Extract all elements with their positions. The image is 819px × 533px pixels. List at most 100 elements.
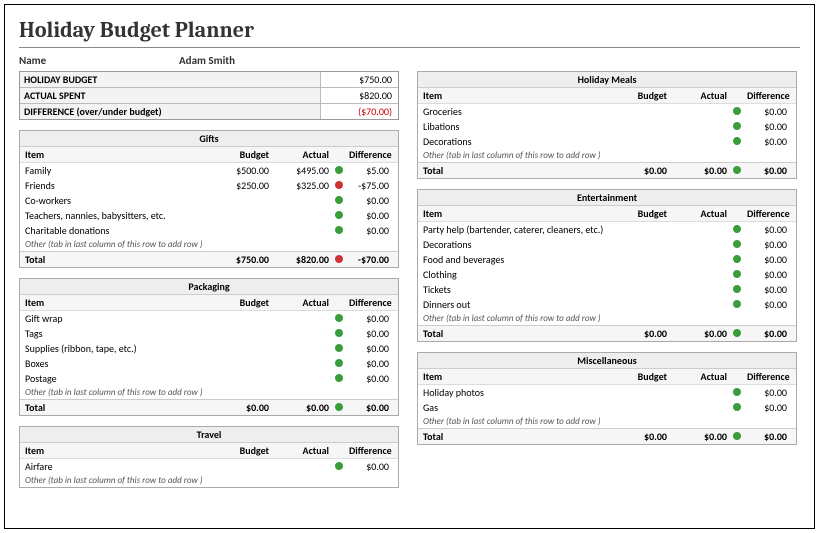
cell-actual[interactable] — [272, 363, 332, 365]
cell-actual[interactable] — [670, 244, 730, 246]
cell-actual[interactable] — [272, 230, 332, 232]
cell-actual[interactable] — [670, 392, 730, 394]
cell-item[interactable]: Airfare — [22, 459, 212, 474]
cell-item[interactable]: Co-workers — [22, 193, 212, 208]
cell-budget[interactable]: $250.00 — [212, 178, 272, 193]
cell-budget[interactable] — [212, 200, 272, 202]
cell-actual[interactable] — [272, 318, 332, 320]
cell-difference: $0.00 — [744, 267, 790, 282]
status-icon — [332, 224, 346, 237]
summary-box: HOLIDAY BUDGET $750.00 ACTUAL SPENT $820… — [19, 71, 399, 120]
cell-budget[interactable] — [610, 304, 670, 306]
table-row: Gift wrap $0.00 — [20, 311, 398, 326]
cell-actual[interactable] — [670, 229, 730, 231]
cell-difference: $0.00 — [346, 193, 392, 208]
status-icon — [730, 238, 744, 251]
cell-budget[interactable] — [212, 318, 272, 320]
section-title: Holiday Meals — [418, 72, 796, 88]
cell-difference: $0.00 — [346, 311, 392, 326]
cell-budget[interactable]: $500.00 — [212, 163, 272, 178]
cell-actual[interactable] — [272, 333, 332, 335]
cell-actual[interactable] — [670, 304, 730, 306]
cell-item[interactable]: Tickets — [420, 282, 610, 297]
cell-actual[interactable] — [272, 348, 332, 350]
summary-spent-value: $820.00 — [320, 88, 398, 103]
header-row: Item Budget Actual Difference — [20, 295, 398, 311]
cell-budget[interactable] — [610, 259, 670, 261]
name-row: Name Adam Smith — [19, 54, 800, 67]
cell-item[interactable]: Decorations — [420, 237, 610, 252]
cell-item[interactable]: Teachers, nannies, babysitters, etc. — [22, 208, 212, 223]
cell-actual[interactable] — [670, 407, 730, 409]
cell-item[interactable]: Gas — [420, 400, 610, 415]
total-status-icon — [332, 401, 346, 414]
cell-item[interactable]: Family — [22, 163, 212, 178]
cell-difference: $0.00 — [744, 252, 790, 267]
status-icon — [730, 105, 744, 118]
cell-budget[interactable] — [212, 363, 272, 365]
cell-actual[interactable] — [670, 274, 730, 276]
cell-actual[interactable] — [670, 126, 730, 128]
cell-item[interactable]: Decorations — [420, 134, 610, 149]
add-row[interactable]: Other (tab in last column of this row to… — [20, 386, 398, 399]
add-row[interactable]: Other (tab in last column of this row to… — [20, 238, 398, 251]
total-actual: $0.00 — [272, 400, 332, 415]
cell-budget[interactable] — [212, 378, 272, 380]
cell-budget[interactable] — [610, 407, 670, 409]
cell-budget[interactable] — [212, 333, 272, 335]
add-row[interactable]: Other (tab in last column of this row to… — [418, 149, 796, 162]
cell-item[interactable]: Groceries — [420, 104, 610, 119]
cell-budget[interactable] — [212, 215, 272, 217]
cell-budget[interactable] — [212, 230, 272, 232]
summary-budget-value[interactable]: $750.00 — [320, 72, 398, 87]
cell-budget[interactable] — [610, 392, 670, 394]
cell-actual[interactable] — [670, 111, 730, 113]
cell-budget[interactable] — [610, 289, 670, 291]
table-row: Friends $250.00 $325.00 -$75.00 — [20, 178, 398, 193]
cell-item[interactable]: Boxes — [22, 356, 212, 371]
total-difference: $0.00 — [346, 400, 392, 415]
cell-budget[interactable] — [610, 126, 670, 128]
add-row-hint: Other (tab in last column of this row to… — [420, 415, 610, 428]
cell-item[interactable]: Party help (bartender, caterer, cleaners… — [420, 222, 610, 237]
add-row[interactable]: Other (tab in last column of this row to… — [418, 312, 796, 325]
cell-actual[interactable] — [670, 289, 730, 291]
cell-actual[interactable] — [272, 215, 332, 217]
cell-actual[interactable]: $325.00 — [272, 178, 332, 193]
cell-budget[interactable] — [212, 348, 272, 350]
cell-actual[interactable] — [670, 141, 730, 143]
cell-actual[interactable] — [272, 378, 332, 380]
cell-budget[interactable] — [610, 141, 670, 143]
add-row[interactable]: Other (tab in last column of this row to… — [418, 415, 796, 428]
cell-actual[interactable]: $495.00 — [272, 163, 332, 178]
cell-budget[interactable] — [610, 244, 670, 246]
cell-item[interactable]: Postage — [22, 371, 212, 386]
cell-actual[interactable] — [272, 466, 332, 468]
cell-budget[interactable] — [610, 274, 670, 276]
cell-item[interactable]: Holiday photos — [420, 385, 610, 400]
add-row[interactable]: Other (tab in last column of this row to… — [20, 474, 398, 487]
cell-difference: $0.00 — [744, 385, 790, 400]
header-row: Item Budget Actual Difference — [418, 369, 796, 385]
name-value[interactable]: Adam Smith — [179, 54, 235, 67]
cell-budget[interactable] — [610, 229, 670, 231]
cell-actual[interactable] — [272, 200, 332, 202]
cell-item[interactable]: Supplies (ribbon, tape, etc.) — [22, 341, 212, 356]
cell-item[interactable]: Gift wrap — [22, 311, 212, 326]
total-row: Total $0.00 $0.00 $0.00 — [418, 162, 796, 178]
cell-item[interactable]: Charitable donations — [22, 223, 212, 238]
cell-item[interactable]: Tags — [22, 326, 212, 341]
total-label: Total — [22, 400, 212, 415]
cell-item[interactable]: Food and beverages — [420, 252, 610, 267]
col-actual: Actual — [670, 88, 730, 103]
cell-budget[interactable] — [212, 466, 272, 468]
summary-diff-label: DIFFERENCE (over/under budget) — [20, 104, 320, 119]
cell-item[interactable]: Friends — [22, 178, 212, 193]
cell-item[interactable]: Clothing — [420, 267, 610, 282]
cell-actual[interactable] — [670, 259, 730, 261]
cell-item[interactable]: Dinners out — [420, 297, 610, 312]
cell-budget[interactable] — [610, 111, 670, 113]
status-icon — [332, 357, 346, 370]
cell-item[interactable]: Libations — [420, 119, 610, 134]
total-budget: $0.00 — [212, 400, 272, 415]
